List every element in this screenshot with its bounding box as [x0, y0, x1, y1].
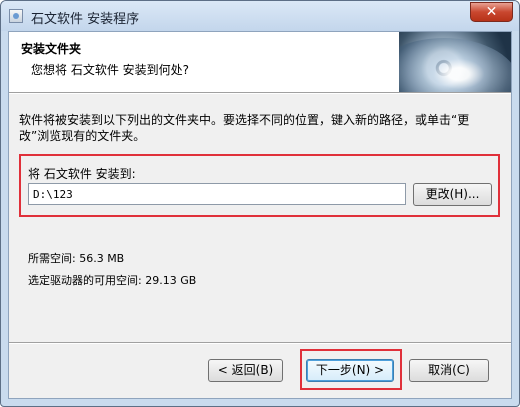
- installer-window: 石文软件 安装程序 ✕ 安装文件夹 您想将 石文软件 安装到何处? 软件将被安装…: [0, 0, 520, 407]
- dialog-content: 安装文件夹 您想将 石文软件 安装到何处? 软件将被安装到以下列出的文件夹中。要…: [8, 31, 512, 399]
- space-available-text: 选定驱动器的可用空间: 29.13 GB: [28, 274, 197, 287]
- title-bar[interactable]: 石文软件 安装程序 ✕: [1, 1, 519, 31]
- change-button[interactable]: 更改(H)...: [413, 183, 492, 206]
- space-required-text: 所需空间: 56.3 MB: [28, 252, 125, 265]
- close-button[interactable]: ✕: [470, 2, 513, 22]
- cd-disc-image: [399, 32, 511, 92]
- install-path-input[interactable]: [28, 183, 406, 205]
- window-title: 石文软件 安装程序: [31, 12, 140, 27]
- back-button[interactable]: < 返回(B): [208, 359, 283, 382]
- header-divider: [9, 92, 511, 94]
- header-panel: 安装文件夹 您想将 石文软件 安装到何处?: [9, 32, 511, 92]
- install-location-label: 将 石文软件 安装到:: [28, 167, 136, 181]
- app-icon: [9, 9, 23, 23]
- cancel-button[interactable]: 取消(C): [409, 359, 489, 382]
- page-subtitle: 您想将 石文软件 安装到何处?: [31, 63, 189, 77]
- page-title: 安装文件夹: [21, 42, 82, 56]
- next-button[interactable]: 下一步(N) >: [306, 359, 394, 382]
- instructions-text: 软件将被安装到以下列出的文件夹中。要选择不同的位置，键入新的路径，或单击“更改”…: [19, 113, 470, 143]
- footer-divider: [9, 342, 511, 344]
